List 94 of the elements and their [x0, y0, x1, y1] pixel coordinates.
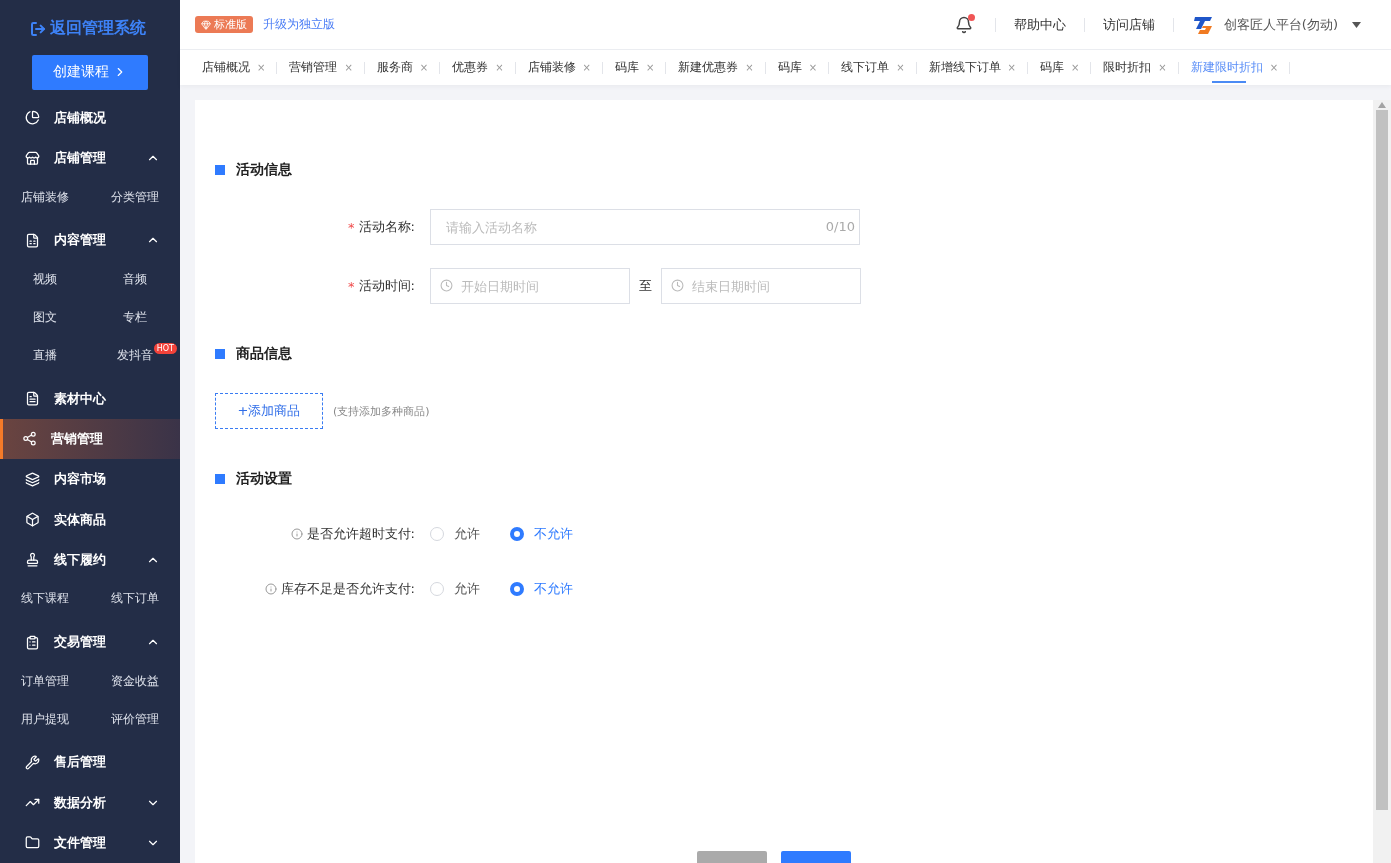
document-icon — [25, 232, 40, 248]
field-label: 是否允许超时支付: — [306, 525, 415, 543]
header-link[interactable]: 帮助中心 — [995, 15, 1084, 34]
primary-button[interactable] — [781, 851, 851, 863]
page-tab[interactable]: 店铺装修 × — [515, 50, 602, 85]
account-name[interactable]: 创客匠人平台(勿动) — [1223, 15, 1338, 34]
caret-down-icon[interactable] — [1352, 21, 1361, 28]
page-tab[interactable]: 营销管理 × — [277, 50, 364, 85]
radio-button[interactable] — [510, 582, 524, 596]
sidebar-subitem[interactable]: 视频 — [33, 271, 57, 289]
section-marker — [215, 349, 225, 359]
sidebar-subitem[interactable]: 订单管理 — [21, 672, 69, 690]
hot-badge: HOT — [153, 342, 177, 354]
info-icon — [264, 583, 277, 595]
section-title: 活动设置 — [236, 470, 292, 488]
section-marker — [215, 165, 225, 175]
sidebar-subitem[interactable]: 线下订单 — [111, 590, 159, 608]
secondary-button[interactable] — [697, 851, 767, 863]
end-time-field[interactable]: 结束日期时间 — [661, 268, 861, 304]
field-label: 活动名称: — [358, 218, 415, 236]
radio-option[interactable]: 不允许 — [510, 525, 573, 543]
section-title: 商品信息 — [236, 345, 292, 363]
sidebar-subitem[interactable]: 资金收益 — [111, 672, 159, 690]
header-link[interactable]: 访问店铺 — [1084, 15, 1173, 34]
sidebar-item[interactable]: 售后管理 — [0, 742, 180, 783]
exit-icon — [30, 20, 46, 37]
scroll-up-icon[interactable] — [1378, 102, 1386, 108]
pie-chart-icon — [25, 110, 40, 126]
wrench-icon — [25, 754, 40, 770]
sidebar-item[interactable]: 交易管理 — [0, 621, 180, 663]
sidebar-subitem[interactable]: 店铺装修 — [21, 188, 69, 206]
radio-option[interactable]: 允许 — [430, 525, 480, 543]
required-mark: * — [348, 278, 355, 294]
clock-icon — [440, 279, 453, 292]
section-title: 活动信息 — [236, 161, 292, 179]
range-separator: 至 — [639, 277, 652, 295]
radio-button[interactable] — [510, 527, 524, 541]
page-tab[interactable]: 码库 × — [1027, 50, 1091, 85]
sidebar-item[interactable]: 实体商品 — [0, 499, 180, 540]
page-tab[interactable]: 优惠券 × — [440, 50, 515, 85]
field-label: 活动时间: — [358, 277, 415, 295]
sidebar-subitem[interactable]: 评价管理 — [111, 710, 159, 728]
scrollbar-thumb[interactable] — [1376, 110, 1388, 810]
sidebar-item[interactable]: 内容管理 — [0, 220, 180, 261]
sidebar-item[interactable]: 数据分析 — [0, 782, 180, 823]
page-tab[interactable]: 线下订单 × — [829, 50, 916, 85]
store-icon — [25, 150, 40, 166]
info-icon — [290, 528, 303, 540]
folder-icon — [25, 835, 40, 851]
sidebar-item[interactable]: 文件管理 — [0, 822, 180, 863]
scrollbar[interactable] — [1373, 100, 1391, 863]
sidebar-subitem[interactable]: 专栏 — [123, 309, 147, 327]
sidebar-item[interactable]: 店铺概况 — [0, 97, 180, 138]
sidebar-subitem[interactable]: 发抖音 — [117, 347, 153, 365]
clipboard-icon — [25, 634, 40, 650]
diamond-icon — [201, 19, 211, 30]
required-mark: * — [348, 219, 355, 235]
hint-text: (支持添加多种商品) — [333, 403, 430, 419]
page-tab[interactable]: 新建优惠券 × — [666, 50, 765, 85]
sidebar-subitem[interactable]: 图文 — [33, 309, 57, 327]
sidebar-subitem[interactable]: 音频 — [123, 271, 147, 289]
radio-option[interactable]: 不允许 — [510, 580, 573, 598]
sidebar-item[interactable]: 营销管理 — [0, 418, 180, 460]
back-link[interactable]: 返回管理系统 — [30, 18, 146, 40]
radio-option[interactable]: 允许 — [430, 580, 480, 598]
stamp-icon — [25, 552, 40, 568]
sidebar-item[interactable]: 线下履约 — [0, 539, 180, 580]
page-tab[interactable]: 码库 × — [765, 50, 829, 85]
add-product-button[interactable]: +添加商品 — [215, 393, 323, 429]
file-icon — [25, 391, 40, 407]
section-marker — [215, 474, 225, 484]
box-icon — [25, 512, 40, 528]
page-tab[interactable]: 店铺概况 × — [190, 50, 277, 85]
field-label: 库存不足是否允许支付: — [280, 580, 415, 598]
sidebar-item[interactable]: 素材中心 — [0, 378, 180, 419]
edition-badge: 标准版 — [195, 16, 253, 33]
upgrade-link[interactable]: 升级为独立版 — [263, 16, 335, 33]
sidebar-item[interactable]: 店铺管理 — [0, 138, 180, 179]
page-tab[interactable]: 服务商 × — [364, 50, 440, 85]
clock-icon — [671, 279, 684, 292]
layers-icon — [25, 471, 40, 487]
char-counter: 0/10 — [825, 219, 855, 234]
start-time-field[interactable]: 开始日期时间 — [430, 268, 630, 304]
share-icon — [22, 431, 37, 447]
create-course-button[interactable]: 创建课程 — [32, 55, 148, 90]
page-tab[interactable]: 码库 × — [602, 50, 666, 85]
sidebar-subitem[interactable]: 分类管理 — [111, 188, 159, 206]
page-tab[interactable]: 限时折扣 × — [1091, 50, 1178, 85]
sidebar-subitem[interactable]: 线下课程 — [21, 590, 69, 608]
sidebar-subitem[interactable]: 用户提现 — [21, 710, 69, 728]
sidebar-subitem[interactable]: 直播 — [33, 347, 57, 365]
bell-icon[interactable] — [954, 15, 973, 34]
page-tab[interactable]: 新增线下订单 × — [916, 50, 1027, 85]
sidebar-item[interactable]: 内容市场 — [0, 459, 180, 500]
